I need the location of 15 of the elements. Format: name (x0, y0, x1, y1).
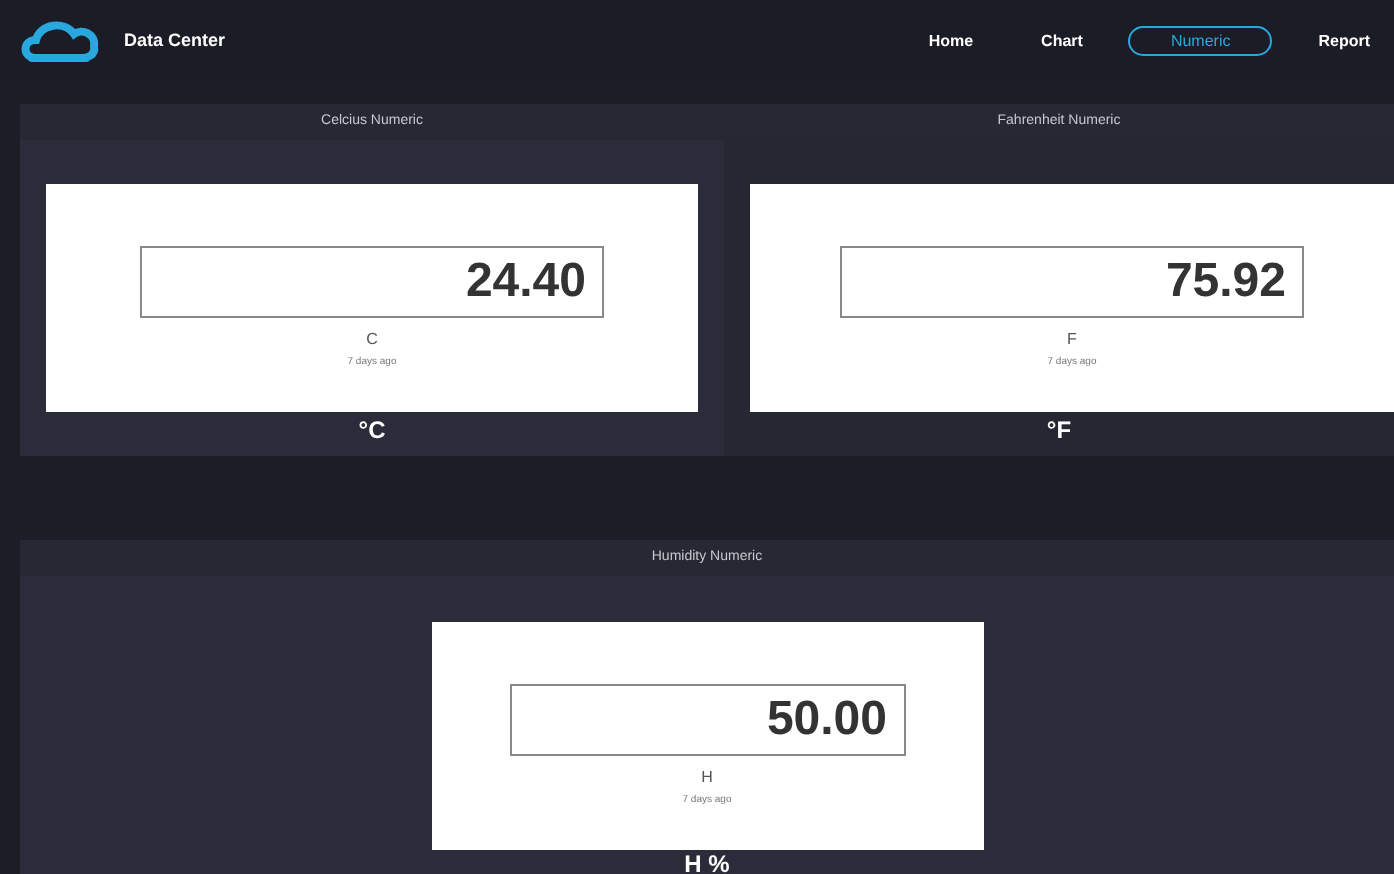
value-display: 24.40 (140, 246, 604, 318)
app-title: Data Center (124, 30, 226, 50)
unit-label: °F (1044, 414, 1074, 448)
reading-label: C (366, 330, 378, 348)
cloud-icon (20, 18, 100, 62)
reading-label: H (701, 768, 713, 786)
value-display: 50.00 (509, 684, 905, 756)
reading-label: F (1067, 330, 1077, 348)
unit-label: H % (682, 850, 732, 874)
unit-label: °C (356, 414, 388, 448)
nav-link[interactable]: Home (906, 25, 996, 55)
nav-link[interactable]: Chart (1019, 25, 1105, 55)
nav-link[interactable]: Report (1296, 25, 1392, 55)
nav-link[interactable]: Numeric (1128, 25, 1273, 55)
value-display: 75.92 (840, 246, 1304, 318)
